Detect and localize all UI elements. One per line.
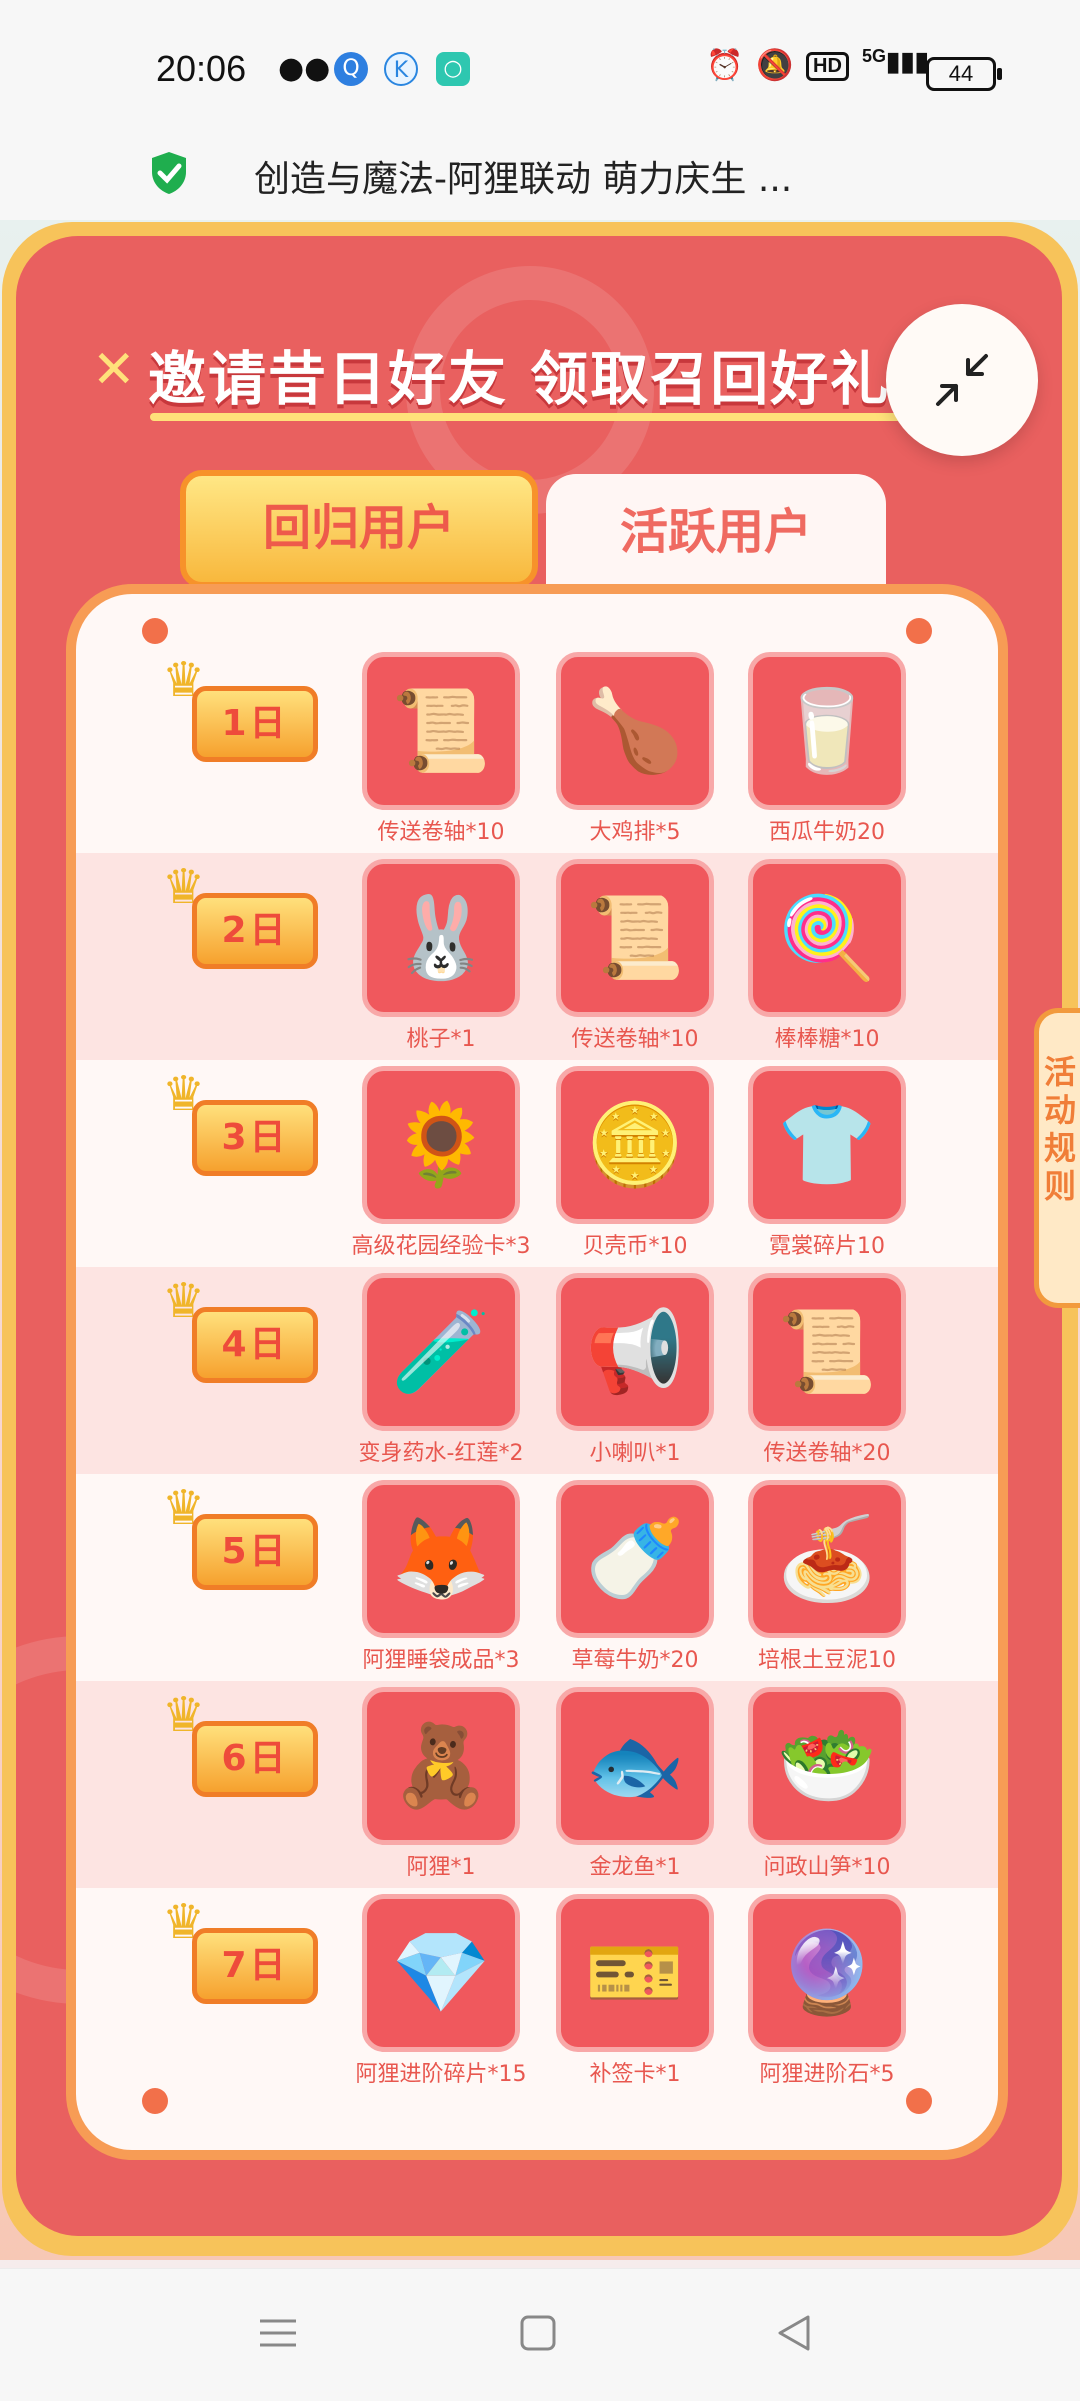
reward-item[interactable]: 🍼 [556, 1480, 714, 1638]
day-label: 2日 [192, 893, 318, 969]
reward-label: 阿狸进阶石*5 [759, 2062, 895, 2087]
reward-item[interactable]: 📜 [556, 859, 714, 1017]
sunflower-card-icon: 🌻 [391, 1098, 491, 1191]
reward-item[interactable]: 🥗 [748, 1687, 906, 1845]
reward-item[interactable]: 📜 [748, 1273, 906, 1431]
reward-item[interactable]: 🌻 [362, 1066, 520, 1224]
modal-heading: 邀请昔日好友 领取召回好礼 [148, 345, 891, 413]
reward-item[interactable]: 🐰 [362, 859, 520, 1017]
asparagus-soup-icon: 🥗 [777, 1719, 877, 1812]
browser-title-bar: 创造与魔法-阿狸联动 萌力庆生 ... [0, 140, 1080, 221]
collapse-arrows-icon [936, 354, 988, 406]
reward-item[interactable]: 🥛 [748, 652, 906, 810]
reward-label: 问政山笋*10 [763, 1855, 891, 1880]
reward-item[interactable]: 🧸 [362, 1687, 520, 1845]
signal-5g-icon: 5G▮▮▮ [862, 46, 929, 76]
ali-sleeping-bag-icon: 🦊 [391, 1512, 491, 1605]
day-row-6: ♛ 6日 🧸 🐟 🥗 阿狸*1 金龙鱼*1 问政山笋*10 [76, 1681, 998, 1888]
network-label: 5G [862, 46, 887, 66]
lollipop-icon: 🍭 [777, 891, 877, 984]
back-triangle-icon[interactable] [774, 2313, 814, 2353]
reward-item[interactable]: 💎 [362, 1894, 520, 2052]
reward-item[interactable]: 🍗 [556, 652, 714, 810]
ali-figure-icon: 🧸 [391, 1719, 491, 1812]
decor-dot [906, 618, 932, 644]
scroll-icon: 📜 [391, 684, 491, 777]
menu-icon[interactable] [258, 2313, 298, 2353]
day-label: 5日 [192, 1514, 318, 1590]
close-x-icon[interactable]: ✕ [92, 340, 136, 400]
wechat-icon: ●● [278, 51, 331, 86]
reward-item[interactable]: 🍝 [748, 1480, 906, 1638]
watermelon-milk-icon: 🥛 [777, 684, 877, 777]
reward-item[interactable]: 🐟 [556, 1687, 714, 1845]
golden-dragon-fish-icon: 🐟 [585, 1719, 685, 1812]
scroll-icon: 📜 [777, 1305, 877, 1398]
hd-icon: HD [806, 52, 849, 81]
day-row-7: ♛ 7日 💎 🎫 🔮 阿狸进阶碎片*15 补签卡*1 阿狸进阶石*5 [76, 1888, 998, 2095]
reward-item[interactable]: 🪙 [556, 1066, 714, 1224]
activity-rules-tab[interactable]: 活动规则 [1034, 1008, 1080, 1308]
tab-returning-users[interactable]: 回归用户 [180, 470, 538, 588]
tab-label: 活跃用户 [619, 504, 812, 560]
day-row-2: ♛ 2日 🐰 📜 🍭 桃子*1 传送卷轴*10 棒棒糖*10 [76, 853, 998, 1060]
reward-item[interactable]: 👕 [748, 1066, 906, 1224]
decor-dot [142, 618, 168, 644]
reward-label: 棒棒糖*10 [774, 1027, 880, 1052]
mute-icon: 🔕 [756, 48, 794, 83]
reward-item[interactable]: 📢 [556, 1273, 714, 1431]
strawberry-milk-icon: 🍼 [585, 1512, 685, 1605]
bacon-mashed-potato-icon: 🍝 [777, 1512, 877, 1605]
ali-gem-fragment-icon: 💎 [391, 1926, 491, 2019]
battery-indicator: 44 [926, 57, 1002, 91]
app-k-icon: K [384, 52, 418, 86]
shirt-fragment-icon: 👕 [777, 1098, 877, 1191]
day-label: 7日 [192, 1928, 318, 2004]
day-label: 6日 [192, 1721, 318, 1797]
chicken-steak-icon: 🍗 [585, 684, 685, 777]
status-time: 20:06 [156, 48, 247, 89]
reward-label: 霓裳碎片10 [769, 1234, 885, 1259]
day-label: 1日 [192, 686, 318, 762]
peach-doll-icon: 🐰 [391, 891, 491, 984]
reward-item[interactable]: 📜 [362, 652, 520, 810]
shield-check-icon [152, 152, 186, 194]
reward-label: 培根土豆泥10 [758, 1648, 896, 1673]
day-row-5: ♛ 5日 🦊 🍼 🍝 阿狸睡袋成品*3 草莓牛奶*20 培根土豆泥10 [76, 1474, 998, 1681]
reward-card: ♛ 1日 📜 🍗 🥛 传送卷轴*10 大鸡排*5 西瓜牛奶20 ♛ 2日 🐰 📜… [66, 584, 1008, 2160]
scroll-icon: 📜 [585, 891, 685, 984]
reward-item[interactable]: 🔮 [748, 1894, 906, 2052]
day-label: 4日 [192, 1307, 318, 1383]
shell-coin-icon: 🪙 [585, 1098, 685, 1191]
potion-icon: 🧪 [391, 1305, 491, 1398]
activity-rules-label: 活动规则 [1043, 1053, 1076, 1205]
heading-underline [150, 413, 910, 421]
reward-item[interactable]: 🦊 [362, 1480, 520, 1638]
day-row-3: ♛ 3日 🌻 🪙 👕 高级花园经验卡*3 贝壳币*10 霓裳碎片10 [76, 1060, 998, 1267]
collapse-button[interactable] [886, 304, 1038, 456]
tab-active-users[interactable]: 活跃用户 [546, 474, 886, 590]
reward-item[interactable]: 🎫 [556, 1894, 714, 2052]
app-green-icon: ○ [436, 52, 470, 86]
status-bar: 20:06 ●● Q K ○ ⏰ 🔕 HD 5G▮▮▮ 44 [0, 0, 1080, 140]
reward-label: 西瓜牛奶20 [769, 820, 885, 845]
page-title: 创造与魔法-阿狸联动 萌力庆生 ... [254, 159, 793, 200]
reward-item[interactable]: 🧪 [362, 1273, 520, 1431]
day-label: 3日 [192, 1100, 318, 1176]
reward-item[interactable]: 🍭 [748, 859, 906, 1017]
system-nav-bar [0, 2268, 1080, 2401]
sign-in-card-icon: 🎫 [585, 1926, 685, 2019]
tab-label: 回归用户 [262, 500, 455, 556]
app-q-icon: Q [334, 52, 368, 86]
ali-advance-stone-icon: 🔮 [777, 1926, 877, 2019]
reward-label: 传送卷轴*20 [763, 1441, 891, 1466]
megaphone-icon: 📢 [585, 1305, 685, 1398]
alarm-icon: ⏰ [706, 48, 744, 83]
home-square-icon[interactable] [518, 2313, 558, 2353]
day-row-1: ♛ 1日 📜 🍗 🥛 传送卷轴*10 大鸡排*5 西瓜牛奶20 [76, 646, 998, 853]
day-row-4: ♛ 4日 🧪 📢 📜 变身药水-红莲*2 小喇叭*1 传送卷轴*20 [76, 1267, 998, 1474]
